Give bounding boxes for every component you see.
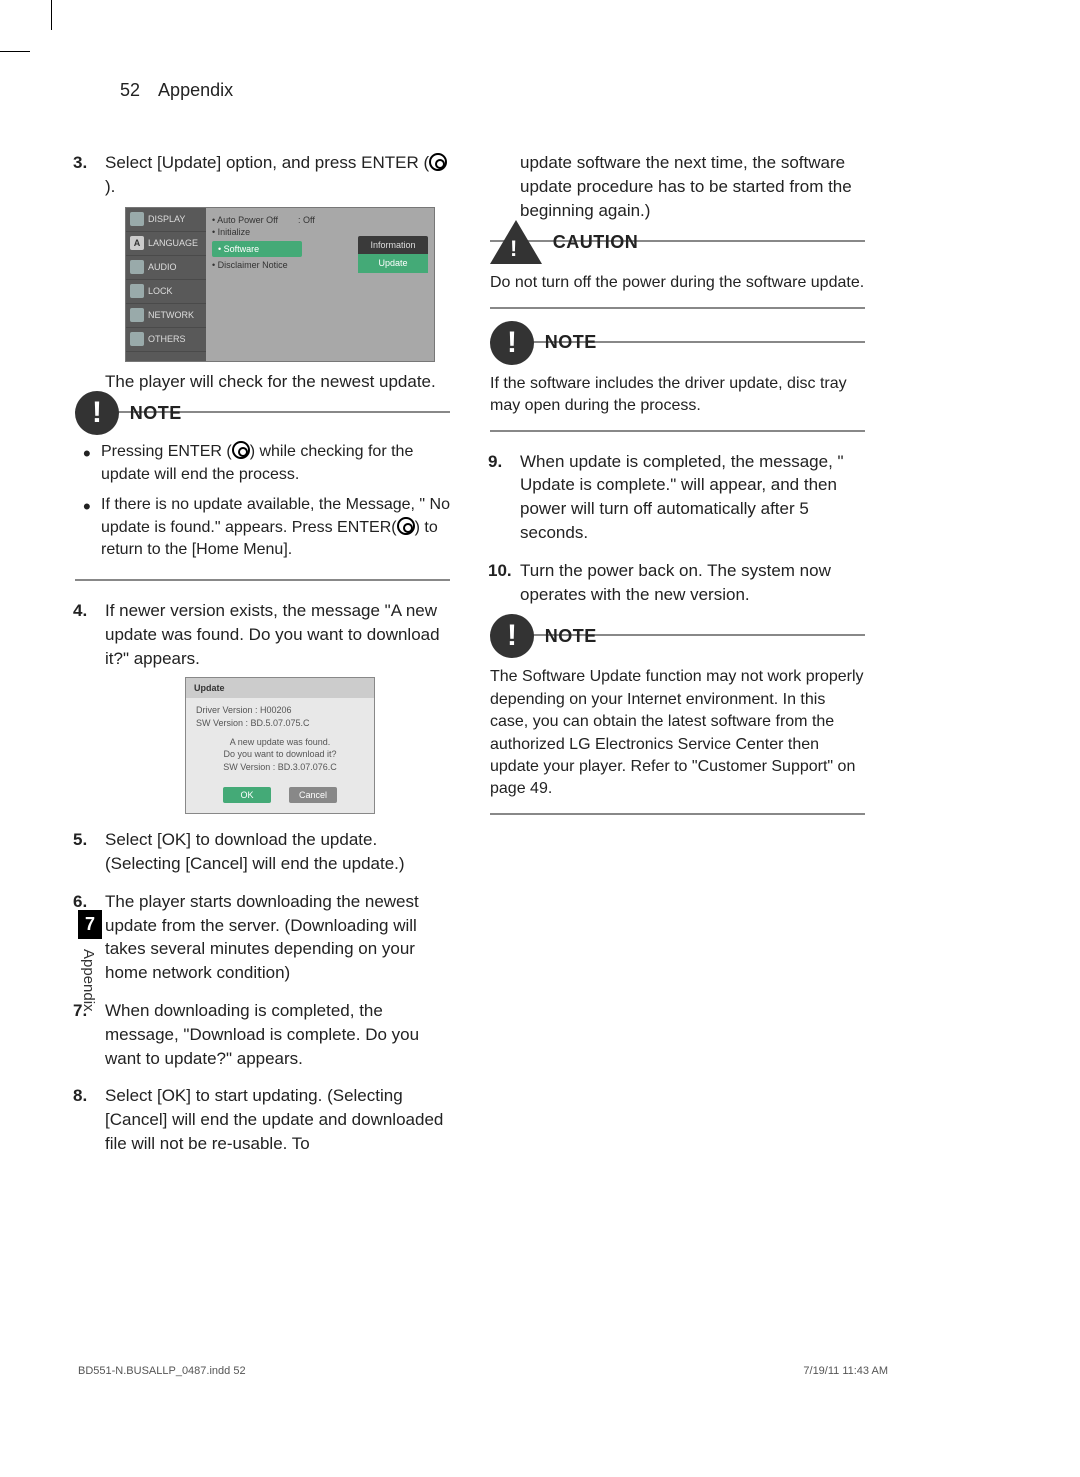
caution-text: Do not turn off the power during the sof… [490, 270, 865, 296]
note2-text: If the software includes the driver upda… [490, 371, 865, 420]
enter-icon [232, 441, 250, 459]
dialog-cancel-button: Cancel [289, 787, 337, 803]
step-7: 7.When downloading is completed, the mes… [95, 999, 450, 1070]
note-title: NOTE [545, 626, 597, 646]
step-6: 6.The player starts downloading the newe… [95, 890, 450, 985]
chapter-label: Appendix [78, 939, 99, 1012]
note-icon: ! [490, 321, 534, 365]
footer-filename: BD551-N.BUSALLP_0487.indd 52 [78, 1365, 246, 1377]
enter-icon [429, 153, 447, 171]
step-4: 4. If newer version exists, the message … [95, 599, 450, 814]
caution-box: ! CAUTION Do not turn off the power duri… [490, 240, 865, 308]
page-content: 52 Appendix 3. Select [Update] option, a… [75, 80, 865, 1340]
enter-icon [397, 517, 415, 535]
step-3-note: The player will check for the newest upd… [105, 370, 450, 394]
update-dialog-screenshot: Update Driver Version : H00206 SW Versio… [185, 677, 375, 815]
page-number: 52 [120, 80, 140, 100]
step-8-continuation: update software the next time, the softw… [490, 151, 865, 222]
note-icon: ! [490, 614, 534, 658]
dialog-ok-button: OK [223, 787, 271, 803]
page-header: 52 Appendix [75, 80, 865, 101]
step-9: 9.When update is completed, the message,… [510, 450, 865, 545]
section-title: Appendix [158, 80, 233, 100]
right-column: update software the next time, the softw… [490, 151, 865, 1170]
chapter-number: 7 [78, 910, 102, 939]
page-footer: BD551-N.BUSALLP_0487.indd 52 7/19/11 11:… [78, 1365, 888, 1377]
step-5: 5.Select [OK] to download the update. (S… [95, 828, 450, 876]
left-column: 3. Select [Update] option, and press ENT… [75, 151, 450, 1170]
note-title: NOTE [545, 332, 597, 352]
caution-title: CAUTION [553, 232, 639, 252]
note3-text: The Software Update function may not wor… [490, 664, 865, 802]
note-icon: ! [75, 391, 119, 435]
note-box-1: ! NOTE Pressing ENTER () while checking … [75, 411, 450, 581]
caution-icon: ! [490, 220, 542, 264]
note-box-3: ! NOTE The Software Update function may … [490, 634, 865, 814]
settings-screenshot: DISPLAY ALANGUAGE AUDIO LOCK NETWORK OTH… [125, 207, 435, 362]
step-8: 8.Select [OK] to start updating. (Select… [95, 1084, 450, 1155]
step-10: 10.Turn the power back on. The system no… [510, 559, 865, 607]
footer-timestamp: 7/19/11 11:43 AM [803, 1365, 888, 1377]
note1-bullet1: Pressing ENTER () while checking for the… [101, 441, 450, 486]
note-title: NOTE [130, 403, 182, 423]
step-3: 3. Select [Update] option, and press ENT… [95, 151, 450, 393]
note1-bullet2: If there is no update available, the Mes… [101, 494, 450, 561]
note-box-2: ! NOTE If the software includes the driv… [490, 341, 865, 432]
chapter-tab: 7 Appendix [78, 910, 102, 1012]
